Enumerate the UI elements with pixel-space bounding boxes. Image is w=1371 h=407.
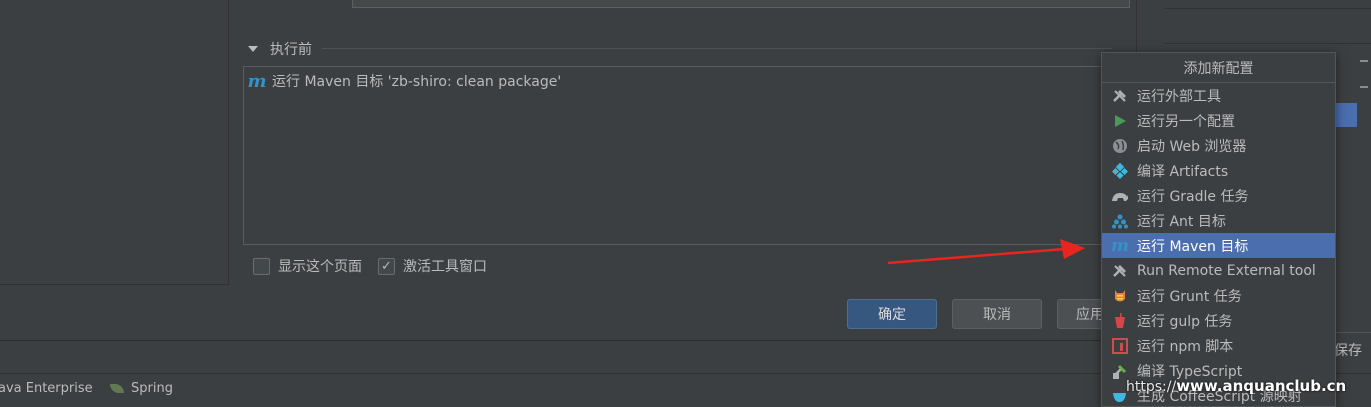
before-launch-task-list[interactable]: m 运行 Maven 目标 'zb-shiro: clean package': [243, 66, 1113, 245]
popup-item-label: 编译 Artifacts: [1137, 163, 1229, 180]
collapse-caret-icon[interactable]: [248, 46, 258, 52]
gradle-icon: [1111, 187, 1129, 205]
popup-title: 添加新配置: [1102, 53, 1335, 83]
activate-tool-window-checkbox[interactable]: ✓: [378, 257, 395, 275]
popup-item-run-gradle-task[interactable]: 运行 Gradle 任务: [1102, 183, 1335, 208]
npm-icon: [1111, 337, 1129, 355]
before-launch-title: 执行前: [270, 42, 312, 58]
popup-item-label: 运行 Gradle 任务: [1137, 188, 1249, 205]
task-label: 运行 Maven 目标 'zb-shiro: clean package': [272, 74, 562, 90]
popup-item-run-external-tool[interactable]: 运行外部工具: [1102, 83, 1335, 108]
right-panel-divider: [1165, 43, 1371, 44]
grunt-icon: [1111, 287, 1129, 305]
ant-icon: [1111, 212, 1129, 230]
spring-leaf-icon: [110, 384, 124, 393]
popup-item-run-ant-target[interactable]: 运行 Ant 目标: [1102, 208, 1335, 233]
show-page-label: 显示这个页面: [278, 259, 362, 275]
popup-item-label: 运行 Grunt 任务: [1137, 288, 1242, 305]
activate-tool-window-label: 激活工具窗口: [403, 259, 487, 275]
popup-item-label: 运行 gulp 任务: [1137, 313, 1233, 330]
popup-item-build-artifacts[interactable]: 编译 Artifacts: [1102, 158, 1335, 183]
section-divider: [322, 48, 1112, 49]
popup-item-run-gulp-task[interactable]: 运行 gulp 任务: [1102, 308, 1335, 333]
popup-item-label: 运行 Ant 目标: [1137, 213, 1226, 230]
tab-java-enterprise-label: ava Enterprise: [0, 381, 93, 396]
popup-item-run-maven-goal[interactable]: m 运行 Maven 目标: [1102, 233, 1335, 258]
popup-item-label: 运行 Maven 目标: [1137, 238, 1249, 255]
watermark-domain: www.anquanclub.cn: [1176, 377, 1347, 395]
popup-item-label: 运行 npm 脚本: [1137, 338, 1234, 355]
activate-tool-window-option[interactable]: ✓ 激活工具窗口: [378, 256, 487, 276]
red-arrow-annotation: [887, 239, 1085, 265]
popup-item-label: 启动 Web 浏览器: [1137, 138, 1247, 155]
popup-item-run-remote-external-tool[interactable]: Run Remote External tool: [1102, 258, 1335, 283]
cancel-button[interactable]: 取消: [952, 299, 1042, 329]
show-page-checkbox[interactable]: [253, 257, 270, 275]
popup-item-label: 运行外部工具: [1137, 88, 1221, 105]
artifact-icon: [1111, 162, 1129, 180]
right-panel-selection[interactable]: [1336, 103, 1357, 127]
show-page-option[interactable]: 显示这个页面: [253, 256, 362, 276]
popup-item-run-npm-script[interactable]: 运行 npm 脚本: [1102, 333, 1335, 358]
ok-button[interactable]: 确定: [847, 299, 937, 329]
tab-java-enterprise[interactable]: ava Enterprise: [0, 381, 93, 396]
right-panel-tick: [1360, 60, 1368, 62]
tab-spring-label: Spring: [131, 381, 173, 396]
before-launch-header[interactable]: 执行前: [248, 40, 312, 58]
watermark-prefix: https://: [1126, 379, 1177, 395]
popup-item-run-another-config[interactable]: 运行另一个配置: [1102, 108, 1335, 133]
tab-spring[interactable]: Spring: [110, 381, 173, 396]
popup-item-label: Run Remote External tool: [1137, 262, 1316, 279]
run-icon: [1111, 112, 1129, 130]
tools-icon: [1111, 87, 1129, 105]
globe-icon: [1111, 137, 1129, 155]
right-panel-tick: [1360, 86, 1368, 88]
popup-item-run-grunt-task[interactable]: 运行 Grunt 任务: [1102, 283, 1335, 308]
top-input-field[interactable]: [352, 0, 1130, 8]
gulp-icon: [1111, 312, 1129, 330]
task-row[interactable]: m 运行 Maven 目标 'zb-shiro: clean package': [246, 70, 561, 92]
maven-icon: m: [247, 70, 267, 92]
popup-item-label: 运行另一个配置: [1137, 113, 1235, 130]
maven-icon: m: [1111, 235, 1129, 256]
right-panel-divider: [1336, 332, 1371, 333]
popup-item-launch-web-browser[interactable]: 启动 Web 浏览器: [1102, 133, 1335, 158]
save-label[interactable]: 保存: [1334, 340, 1362, 360]
right-panel-divider: [1165, 8, 1371, 9]
left-config-tree-panel: [0, 0, 229, 285]
tools-icon: [1111, 262, 1129, 280]
watermark: https://www.anquanclub.cn: [1126, 377, 1346, 395]
add-new-configuration-popup: 添加新配置 运行外部工具 运行另一个配置 启动 Web 浏览器 编译 Artif…: [1101, 52, 1336, 407]
